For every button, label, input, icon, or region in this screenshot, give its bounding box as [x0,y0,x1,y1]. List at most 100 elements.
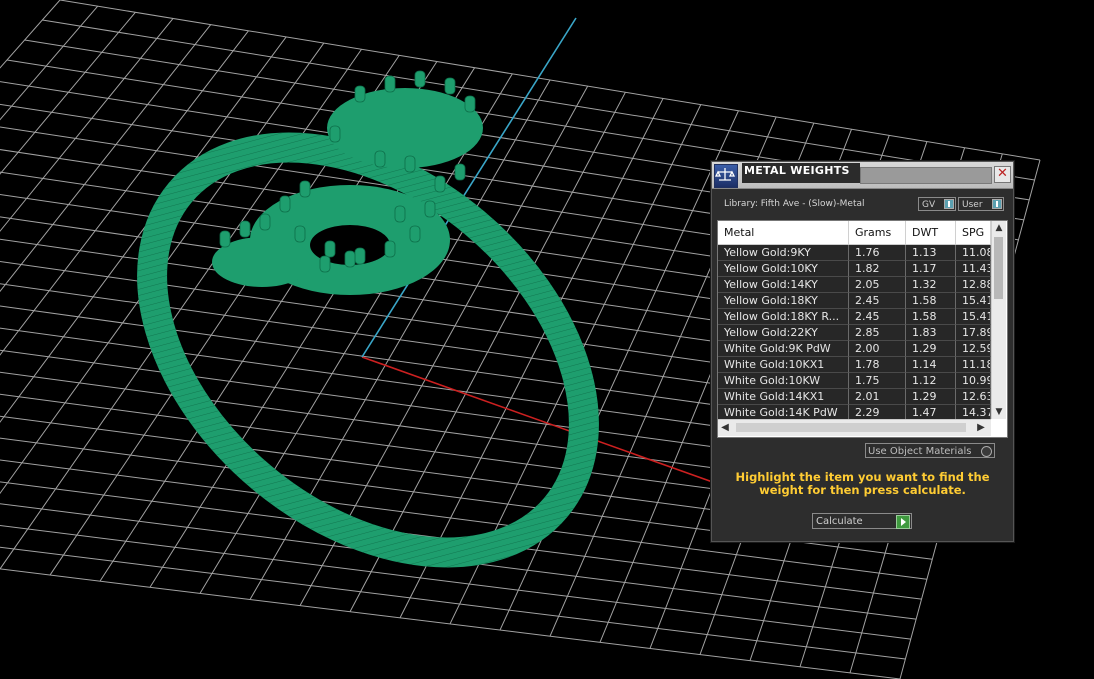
ring-prong [279,195,291,213]
grams-cell: 2.00 [849,341,906,357]
ring-prong [324,240,336,258]
ring-prong [384,240,396,258]
ring-prong [354,247,366,265]
calculate-label: Calculate [816,516,863,527]
scroll-down-icon[interactable]: ▼ [992,405,1006,419]
use-object-materials-label: Use Object Materials [868,446,972,457]
ring-prong [239,220,251,238]
spg-cell: 12.88 [956,277,991,293]
gv-toggle-button[interactable]: GV [918,197,956,211]
ring-halo-top [327,88,483,168]
grams-cell: 2.45 [849,309,906,325]
table-row[interactable]: White Gold:14KX1 2.01 1.29 12.63 [718,389,991,405]
ring-prong [444,77,456,95]
use-object-materials-toggle[interactable]: Use Object Materials [865,443,995,458]
ring-prong [384,75,396,93]
titlebar-drag-area[interactable] [860,167,992,184]
user-label: User [962,200,983,210]
table-row[interactable]: Yellow Gold:18KY 2.45 1.58 15.41 [718,293,991,309]
grams-cell: 2.01 [849,389,906,405]
spg-cell: 11.08 [956,245,991,261]
ring-model[interactable] [74,65,663,634]
dwt-cell: 1.83 [906,325,956,341]
spg-cell: 15.41 [956,309,991,325]
table-row[interactable]: White Gold:10KW 1.75 1.12 10.99 [718,373,991,389]
user-toggle-button[interactable]: User [958,197,1004,211]
dialog-titlebar[interactable]: METAL WEIGHTS ✕ [712,162,1013,189]
dwt-cell: 1.58 [906,309,956,325]
ring-prong [299,180,311,198]
grid-line [0,30,249,356]
vertical-scrollbar[interactable]: ▲ ▼ [991,221,1006,419]
toggle-indicator-icon [992,199,1002,209]
table-row[interactable]: Yellow Gold:9KY 1.76 1.13 11.08 [718,245,991,261]
table-row[interactable]: White Gold:14K PdW 2.29 1.47 14.37 [718,405,991,419]
play-icon [896,515,910,529]
spg-cell: 11.18 [956,357,991,373]
dwt-cell: 1.32 [906,277,956,293]
column-header-dwt[interactable]: DWT [906,221,956,244]
metal-weights-dialog[interactable]: METAL WEIGHTS ✕ Library: Fifth Ave - (Sl… [711,161,1014,542]
spg-cell: 14.37 [956,405,991,419]
scroll-left-icon[interactable]: ◀ [718,420,732,436]
column-header-grams[interactable]: Grams [849,221,906,244]
ring-prong [319,255,331,273]
grams-cell: 2.29 [849,405,906,419]
scale-icon [714,164,738,188]
dialog-title: METAL WEIGHTS [742,163,860,183]
spg-cell: 15.41 [956,293,991,309]
ring-prong [404,155,416,173]
ring-prong [424,200,436,218]
horizontal-scrollbar[interactable]: ◀ ▶ [718,419,991,436]
scroll-right-icon[interactable]: ▶ [974,420,988,436]
metal-cell: Yellow Gold:18KY R... [718,309,849,325]
dwt-cell: 1.14 [906,357,956,373]
calculate-button[interactable]: Calculate [812,513,912,529]
metal-cell: Yellow Gold:18KY [718,293,849,309]
library-label: Library: Fifth Ave - (Slow)-Metal [724,199,865,209]
metal-cell: Yellow Gold:14KY [718,277,849,293]
metal-weights-table[interactable]: Metal Grams DWT SPG Yellow Gold:9KY 1.76 1… [717,220,1008,438]
metal-cell: White Gold:10KW [718,373,849,389]
dwt-cell: 1.29 [906,341,956,357]
ring-prong [219,230,231,248]
grams-cell: 2.45 [849,293,906,309]
grams-cell: 2.85 [849,325,906,341]
dwt-cell: 1.13 [906,245,956,261]
close-button[interactable]: ✕ [994,166,1011,183]
table-row[interactable]: Yellow Gold:14KY 2.05 1.32 12.88 [718,277,991,293]
spg-cell: 10.99 [956,373,991,389]
grid-line [0,24,212,293]
dwt-cell: 1.58 [906,293,956,309]
dwt-cell: 1.12 [906,373,956,389]
x-axis-line [361,356,736,491]
table-row[interactable]: Yellow Gold:10KY 1.82 1.17 11.43 [718,261,991,277]
table-header: Metal Grams DWT SPG [718,221,991,245]
table-row[interactable]: White Gold:9K PdW 2.00 1.29 12.59 [718,341,991,357]
table-row[interactable]: Yellow Gold:22KY 2.85 1.83 17.89 [718,325,991,341]
ring-prong [414,70,426,88]
dwt-cell: 1.29 [906,389,956,405]
spg-cell: 11.43 [956,261,991,277]
scroll-thumb-horizontal[interactable] [736,423,966,432]
column-header-spg[interactable]: SPG [956,221,991,244]
ring-prong [434,175,446,193]
table-row[interactable]: Yellow Gold:18KY R... 2.45 1.58 15.41 [718,309,991,325]
ring-prong [464,95,476,113]
grid-line [499,110,739,631]
table-row[interactable]: White Gold:10KX1 1.78 1.14 11.18 [718,357,991,373]
scroll-thumb[interactable] [994,237,1003,299]
grams-cell: 2.05 [849,277,906,293]
metal-cell: Yellow Gold:9KY [718,245,849,261]
grams-cell: 1.82 [849,261,906,277]
metal-cell: White Gold:10KX1 [718,357,849,373]
spg-cell: 12.59 [956,341,991,357]
scroll-up-icon[interactable]: ▲ [992,221,1006,235]
ring-prong [394,205,406,223]
grams-cell: 1.78 [849,357,906,373]
grams-cell: 1.75 [849,373,906,389]
ring-prong [454,163,466,181]
ring-prong [294,225,306,243]
column-header-metal[interactable]: Metal [718,221,849,244]
ring-prong [259,213,271,231]
